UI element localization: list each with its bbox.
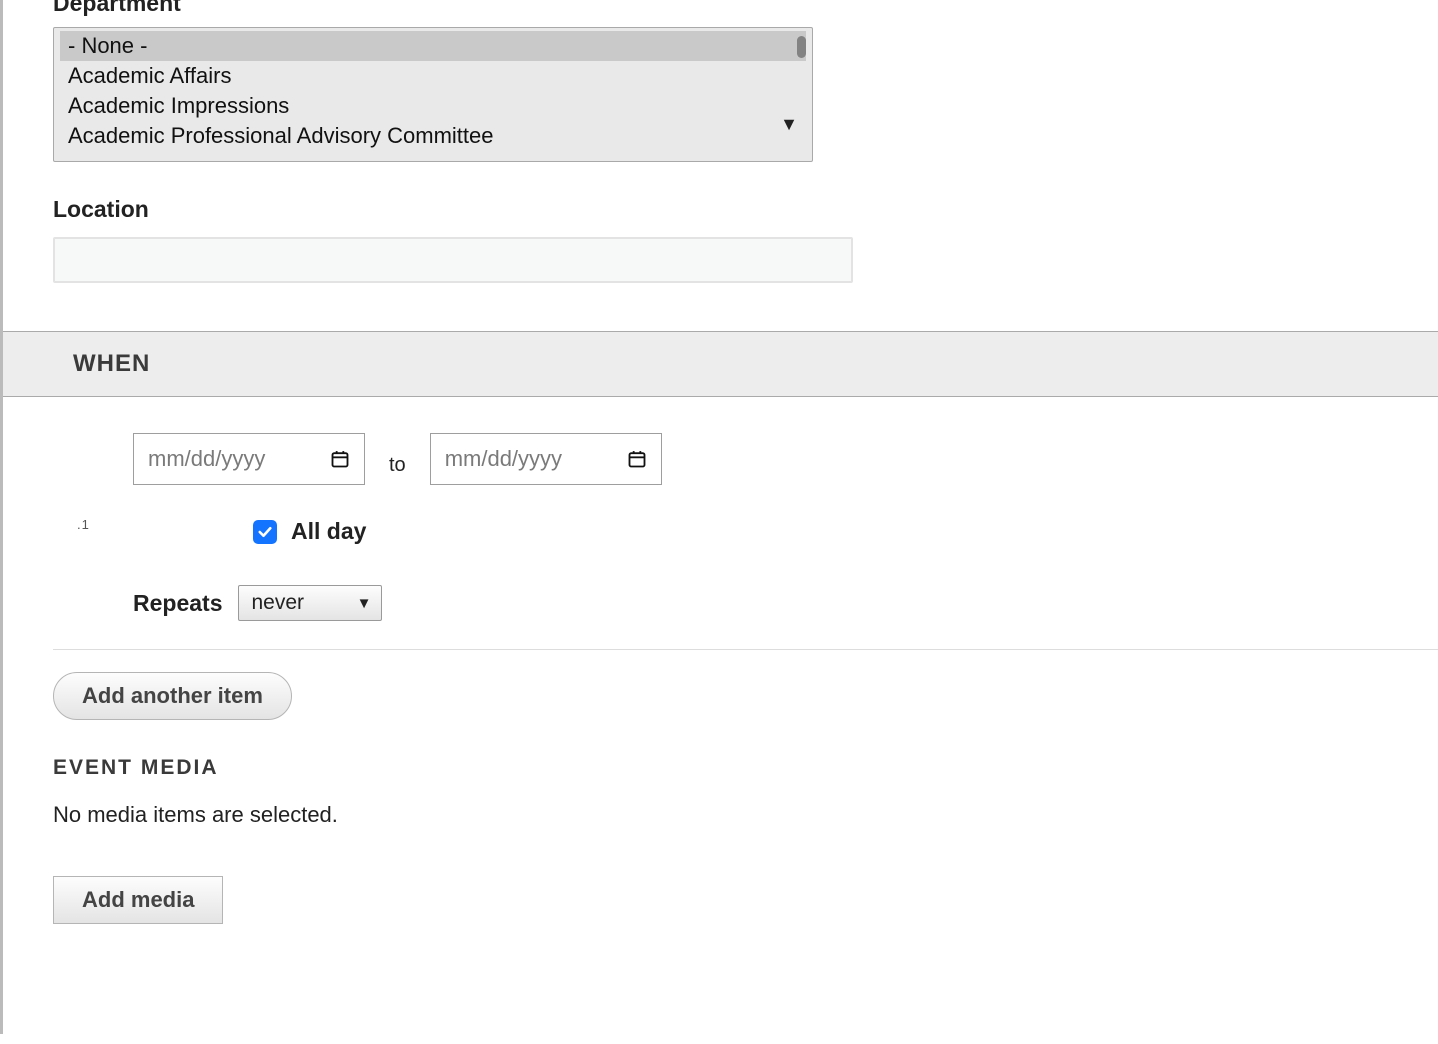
department-option[interactable]: Academic Affairs (60, 61, 806, 91)
all-day-label: All day (291, 518, 366, 545)
calendar-icon (627, 449, 647, 469)
date-start-input[interactable]: mm/dd/yyyy (133, 433, 365, 485)
event-media-empty-text: No media items are selected. (53, 802, 1438, 828)
calendar-icon (330, 449, 350, 469)
repeats-select[interactable]: never ▼ (238, 585, 382, 621)
location-label: Location (53, 196, 1438, 223)
divider (53, 649, 1438, 650)
date-end-input[interactable]: mm/dd/yyyy (430, 433, 662, 485)
when-section-header: WHEN (3, 331, 1438, 397)
location-input[interactable] (53, 237, 853, 283)
add-media-button[interactable]: Add media (53, 876, 223, 924)
date-to-label: to (389, 454, 406, 477)
department-label: Department (53, 0, 1438, 17)
date-start-placeholder: mm/dd/yyyy (148, 446, 330, 472)
department-select[interactable]: - None - Academic Affairs Academic Impre… (53, 27, 813, 162)
repeats-value: never (251, 591, 304, 615)
scrollbar-thumb[interactable] (797, 36, 806, 58)
department-option[interactable]: Academic Professional Advisory Committee (60, 121, 806, 151)
chevron-down-icon: ▼ (357, 595, 372, 612)
event-media-heading: EVENT MEDIA (53, 756, 1438, 780)
all-day-checkbox[interactable] (253, 520, 277, 544)
add-another-item-button[interactable]: Add another item (53, 672, 292, 720)
repeats-label: Repeats (133, 590, 222, 617)
department-option[interactable]: - None - (60, 31, 806, 61)
date-end-placeholder: mm/dd/yyyy (445, 446, 627, 472)
department-option[interactable]: Academic Impressions (60, 91, 806, 121)
